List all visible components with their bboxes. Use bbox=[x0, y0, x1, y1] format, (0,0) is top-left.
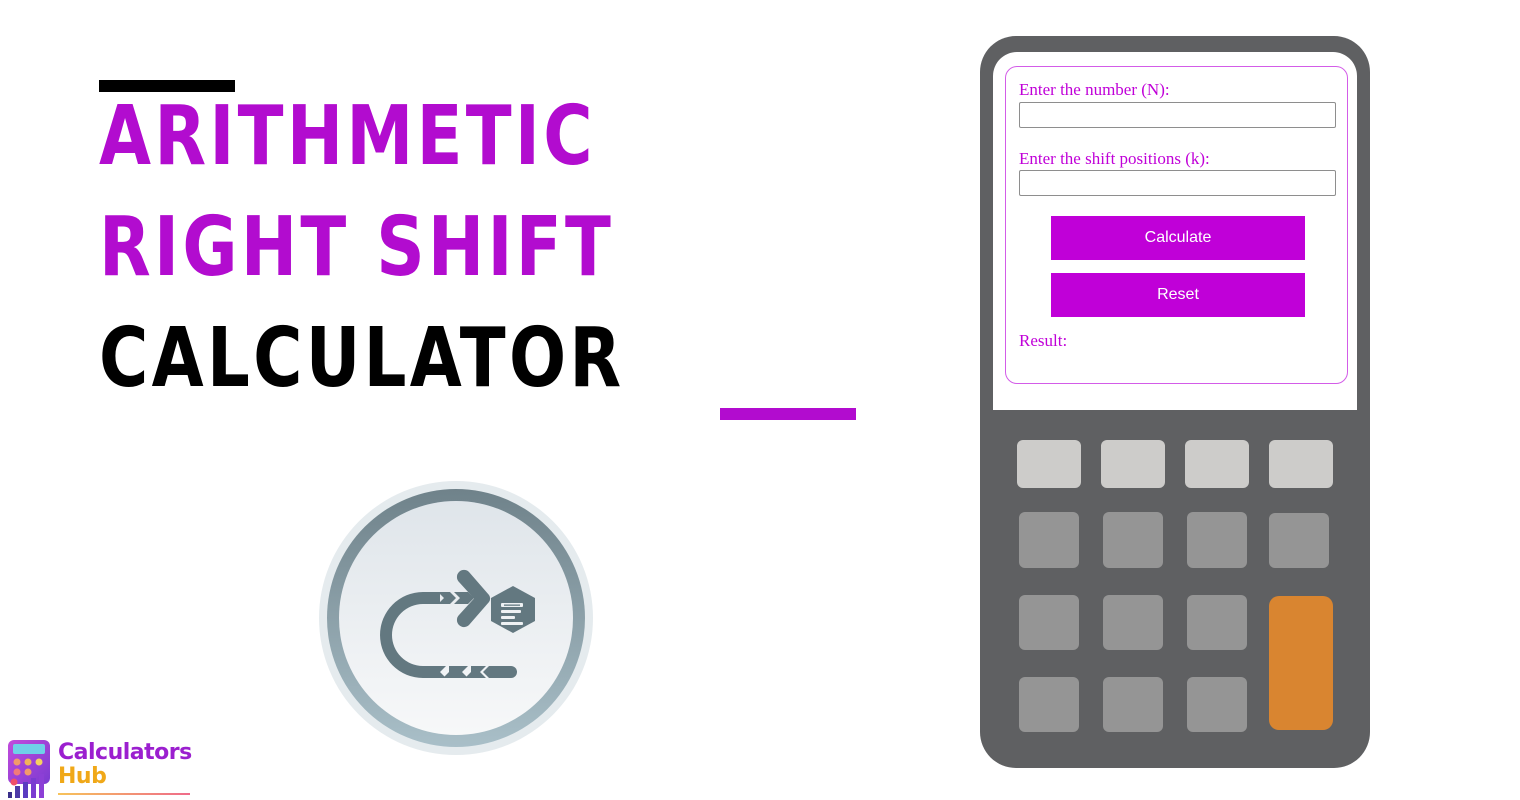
calculator-key bbox=[1019, 512, 1079, 568]
calculator-equals-key bbox=[1269, 596, 1333, 730]
page-title-line-2: RIGHT SHIFT bbox=[99, 200, 615, 295]
page-title-line-3: CALCULATOR bbox=[99, 311, 625, 406]
calculator-form: Enter the number (N): Enter the shift po… bbox=[1005, 66, 1348, 384]
number-input[interactable] bbox=[1019, 102, 1336, 128]
calculator-key bbox=[1019, 595, 1079, 650]
calculator-key bbox=[1269, 440, 1333, 488]
arithmetic-right-shift-icon bbox=[318, 480, 594, 756]
calculate-button[interactable]: Calculate bbox=[1051, 216, 1305, 260]
logo-text-hub: Hub bbox=[58, 764, 107, 789]
calculator-key bbox=[1269, 513, 1329, 568]
calculator-key bbox=[1017, 440, 1081, 488]
calculator-key bbox=[1187, 595, 1247, 650]
calculator-illustration: Enter the number (N): Enter the shift po… bbox=[980, 36, 1370, 768]
calculator-logo-icon bbox=[8, 740, 50, 798]
calculators-hub-logo[interactable]: Calculators Hub bbox=[6, 738, 196, 800]
calculator-screen: Enter the number (N): Enter the shift po… bbox=[993, 52, 1357, 410]
title-underline-bar bbox=[720, 408, 856, 420]
calculator-key bbox=[1103, 595, 1163, 650]
shift-positions-label: Enter the shift positions (k): bbox=[1019, 149, 1210, 168]
calculator-key bbox=[1185, 440, 1249, 488]
logo-underline bbox=[58, 793, 190, 795]
logo-text-calculators: Calculators bbox=[58, 740, 192, 765]
page-title-line-1: ARITHMETIC bbox=[99, 89, 596, 184]
calculator-key bbox=[1019, 677, 1079, 732]
calculator-key bbox=[1187, 512, 1247, 568]
number-label: Enter the number (N): bbox=[1019, 80, 1170, 99]
calculator-key bbox=[1103, 512, 1163, 568]
shift-positions-input[interactable] bbox=[1019, 170, 1336, 196]
result-label: Result: bbox=[1019, 331, 1068, 350]
calculator-key bbox=[1103, 677, 1163, 732]
calculator-key bbox=[1187, 677, 1247, 732]
calculator-key bbox=[1101, 440, 1165, 488]
reset-button[interactable]: Reset bbox=[1051, 273, 1305, 317]
